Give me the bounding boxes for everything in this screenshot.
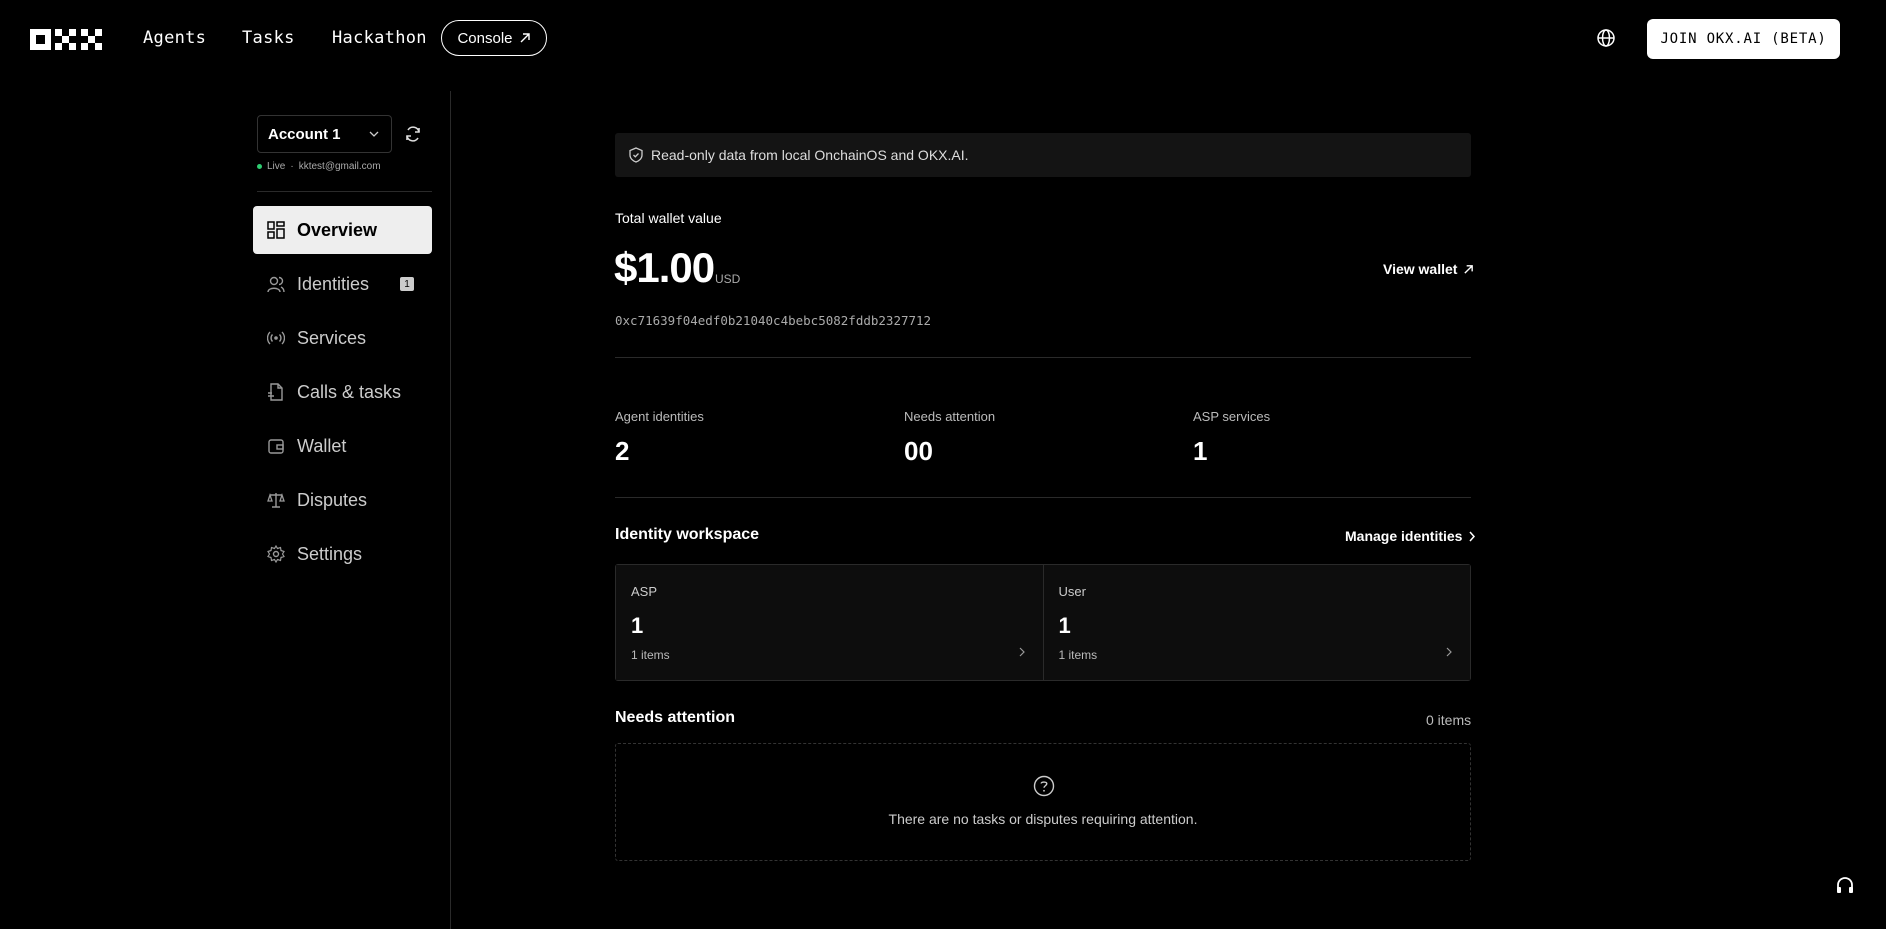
card-label: User [1058, 584, 1086, 599]
status-text: Live [267, 161, 286, 172]
sidebar-item-overview[interactable]: Overview [253, 206, 432, 254]
identity-workspace-grid: ASP 1 1 items User 1 1 items [615, 564, 1471, 681]
account-email: kktest@gmail.com [298, 161, 381, 172]
sidebar-item-services[interactable]: Services [253, 314, 432, 362]
stat-label: Needs attention [904, 409, 996, 424]
divider [615, 497, 1471, 498]
wallet-currency: USD [715, 272, 741, 286]
wallet-label: Total wallet value [615, 210, 722, 226]
wallet-icon [268, 439, 284, 454]
globe-icon[interactable] [1596, 28, 1616, 48]
chevron-right-icon [1446, 647, 1452, 657]
sidebar-item-label: Services [297, 327, 367, 348]
needs-attention-title: Needs attention [615, 709, 736, 726]
arrow-up-right-icon [1464, 264, 1474, 274]
stat-value: 00 [904, 436, 933, 466]
readonly-notice: Read-only data from local OnchainOS and … [615, 133, 1471, 177]
divider [615, 357, 1471, 358]
join-button[interactable]: JOIN OKX.AI (BETA) [1647, 19, 1840, 59]
stat-asp-services: ASP services 1 [1193, 409, 1270, 467]
separator-dot: · [290, 161, 294, 172]
help-circle-icon [1033, 775, 1055, 797]
manage-identities-label: Manage identities [1345, 528, 1463, 544]
sidebar-item-disputes[interactable]: Disputes [253, 476, 432, 524]
needs-attention-count: 0 items [1426, 712, 1472, 728]
stat-needs-attention: Needs attention 00 [904, 409, 995, 467]
nav-link-agents[interactable]: Agents [143, 28, 206, 48]
view-wallet-label: View wallet [1383, 261, 1458, 277]
count-badge: 1 [400, 277, 414, 291]
notice-text: Read-only data from local OnchainOS and … [651, 147, 969, 163]
okx-logo[interactable] [30, 29, 102, 50]
stat-label: Agent identities [615, 409, 704, 424]
card-sub: 1 items [631, 648, 670, 662]
sidebar-item-label: Overview [297, 219, 378, 240]
account-select[interactable]: Account 1 [257, 115, 392, 153]
account-label: Account 1 [268, 125, 341, 143]
shield-icon [629, 147, 643, 163]
workspace-card-user[interactable]: User 1 1 items [1042, 565, 1470, 680]
stat-value: 1 [1193, 436, 1208, 466]
console-button[interactable]: Console [441, 20, 547, 56]
chevron-right-icon [1019, 647, 1025, 657]
sidebar-item-wallet[interactable]: Wallet [253, 422, 432, 470]
stat-agent-identities: Agent identities 2 [615, 409, 704, 467]
console-label: Console [457, 29, 513, 47]
nav-link-tasks[interactable]: Tasks [242, 28, 295, 48]
needs-attention-empty-state: There are no tasks or disputes requiring… [615, 743, 1471, 861]
top-nav: Agents Tasks Hackathon Console JOIN OKX.… [0, 0, 1886, 77]
sidebar-item-label: Identities [297, 273, 370, 294]
card-value: 1 [1058, 613, 1071, 638]
refresh-icon[interactable] [404, 125, 422, 143]
file-icon [268, 383, 283, 401]
sidebar-item-settings[interactable]: Settings [253, 530, 432, 578]
card-label: ASP [631, 584, 658, 599]
identity-workspace-title: Identity workspace [615, 526, 760, 543]
card-sub: 1 items [1058, 648, 1098, 662]
nav-link-hackathon[interactable]: Hackathon [332, 28, 427, 48]
stat-label: ASP services [1193, 409, 1271, 424]
chevron-down-icon [369, 131, 379, 137]
empty-state-text: There are no tasks or disputes requiring… [888, 811, 1198, 827]
gear-icon [267, 545, 285, 563]
account-status: Live · kktest@gmail.com [257, 161, 381, 172]
workspace-card-asp[interactable]: ASP 1 1 items [616, 565, 1043, 680]
sidebar-item-calls-tasks[interactable]: Calls & tasks [253, 368, 432, 416]
sidebar-divider [450, 91, 451, 929]
wallet-address[interactable]: 0xc71639f04edf0b21040c4bebc5082fddb23277… [615, 313, 931, 328]
grid-icon [267, 221, 285, 239]
card-value: 1 [631, 613, 644, 638]
sidebar-item-label: Calls & tasks [297, 381, 402, 402]
broadcast-icon [267, 331, 285, 345]
arrow-up-right-icon [520, 33, 530, 43]
wallet-value: $1.00 [614, 244, 715, 291]
sidebar-item-label: Wallet [297, 435, 347, 456]
scale-icon [267, 492, 285, 508]
view-wallet-link[interactable]: View wallet [1383, 261, 1474, 277]
manage-identities-link[interactable]: Manage identities [1345, 528, 1476, 544]
sidebar-item-identities[interactable]: Identities 1 [253, 260, 432, 308]
sidebar-separator [257, 191, 432, 192]
chevron-right-icon [1469, 531, 1476, 541]
support-headset-icon[interactable] [1835, 876, 1855, 896]
sidebar-item-label: Disputes [297, 489, 368, 510]
users-icon [267, 276, 285, 293]
live-dot-icon [257, 164, 262, 169]
sidebar-item-label: Settings [297, 543, 363, 564]
stat-value: 2 [615, 436, 630, 466]
